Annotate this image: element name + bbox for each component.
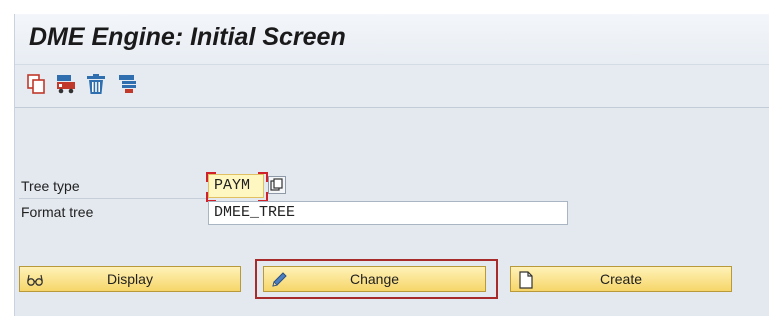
- title-bar: DME Engine: Initial Screen: [15, 14, 769, 65]
- create-button[interactable]: Create: [510, 266, 732, 292]
- sap-window: DME Engine: Initial Screen Tree type PAY…: [14, 14, 769, 316]
- format-tree-field[interactable]: DMEE_TREE: [208, 201, 568, 225]
- focus-corner: [206, 172, 216, 182]
- selection-area: Tree type PAYM Format tree DMEE_TREE Dis…: [15, 108, 769, 316]
- delete-icon[interactable]: [85, 73, 107, 95]
- transport-icon[interactable]: [55, 73, 77, 95]
- change-highlight-frame: [255, 259, 498, 299]
- application-toolbar: [15, 65, 769, 108]
- value-help-icon[interactable]: [268, 176, 286, 194]
- page-title: DME Engine: Initial Screen: [29, 23, 346, 51]
- copy-icon[interactable]: [25, 73, 47, 95]
- focus-corner: [258, 172, 268, 182]
- row-divider: [19, 198, 209, 199]
- create-button-label: Create: [599, 271, 643, 287]
- display-button[interactable]: Display: [19, 266, 241, 292]
- display-button-label: Display: [107, 271, 153, 287]
- format-tree-label: Format tree: [21, 204, 94, 220]
- where-used-icon[interactable]: [117, 73, 139, 95]
- tree-type-field[interactable]: PAYM: [208, 174, 264, 198]
- blank-page-icon: [517, 271, 535, 289]
- tree-type-label: Tree type: [21, 178, 80, 194]
- glasses-icon: [26, 271, 44, 289]
